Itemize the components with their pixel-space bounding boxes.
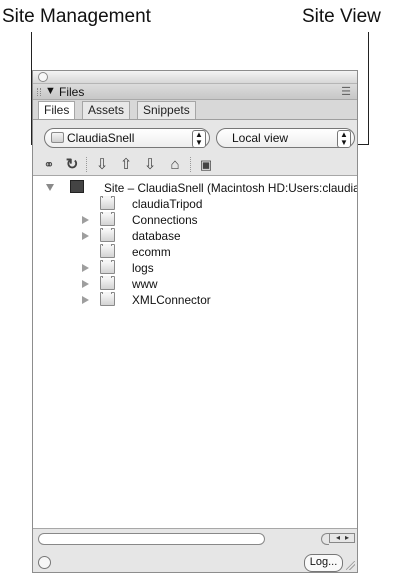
tree-item-label: ecomm: [132, 245, 171, 259]
folder-icon: [100, 212, 115, 226]
folder-icon: [100, 276, 115, 290]
collapse-triangle-icon[interactable]: ▼: [45, 85, 56, 97]
folder-icon: [100, 244, 115, 258]
file-tree[interactable]: Site – ClaudiaSnell (Macintosh HD:Users:…: [33, 175, 357, 529]
tree-item[interactable]: logs: [33, 260, 357, 276]
disclosure-triangle-icon[interactable]: [82, 232, 89, 240]
site-selector-row: ClaudiaSnell ▲ ▼ Local view ▲ ▼: [33, 128, 357, 154]
tree-item[interactable]: ecomm: [33, 244, 357, 260]
folder-icon: [100, 228, 115, 242]
synchronize-icon[interactable]: ⌂: [165, 155, 185, 175]
status-icon: [38, 556, 51, 569]
tree-item-label: www: [132, 277, 158, 291]
horizontal-scroll-arrows[interactable]: ◂ ▸: [329, 533, 355, 543]
log-button[interactable]: Log...: [304, 554, 343, 572]
site-view-callout: Site View: [302, 6, 381, 27]
panel-drag-grip-icon[interactable]: [37, 88, 41, 96]
panel-title: Files: [59, 85, 85, 99]
site-root-folder-icon: [70, 180, 84, 193]
tree-item-label: database: [132, 229, 181, 243]
connect-icon[interactable]: ⚭: [39, 155, 59, 175]
tree-item[interactable]: Connections: [33, 212, 357, 228]
panel-titlebar: [33, 71, 357, 84]
tree-item[interactable]: XMLConnector: [33, 292, 357, 308]
disclosure-triangle-icon[interactable]: [82, 280, 89, 288]
site-selector[interactable]: ClaudiaSnell ▲ ▼: [44, 128, 210, 148]
tab-files[interactable]: Files: [38, 101, 76, 119]
toolbar-separator: [86, 157, 88, 172]
panel-close-button[interactable]: [38, 72, 48, 82]
view-selector-arrow-icon[interactable]: ▲ ▼: [337, 130, 351, 148]
disclosure-triangle-icon[interactable]: [82, 216, 89, 224]
folder-icon: [100, 196, 115, 210]
tree-item[interactable]: database: [33, 228, 357, 244]
tree-root-row[interactable]: Site – ClaudiaSnell (Macintosh HD:Users:…: [33, 180, 357, 196]
tree-item[interactable]: claudiaTripod: [33, 196, 357, 212]
scroll-left-icon[interactable]: ◂: [336, 534, 340, 542]
horizontal-scrollbar[interactable]: ◂ ▸: [38, 530, 356, 545]
check-in-out-icon[interactable]: ⇩: [140, 155, 160, 175]
panel-status-bar: Log...: [33, 544, 357, 572]
site-selector-value: ClaudiaSnell: [67, 131, 135, 145]
expand-collapse-icon[interactable]: ▣: [196, 155, 216, 175]
tree-item[interactable]: www: [33, 276, 357, 292]
site-folder-icon: [51, 132, 64, 143]
site-view-leader-vertical: [368, 32, 369, 145]
folder-icon: [100, 292, 115, 306]
refresh-icon[interactable]: ↻: [62, 155, 82, 175]
panel-tabs: Files Assets Snippets: [33, 100, 357, 120]
toolbar-separator: [190, 157, 192, 172]
files-toolbar: ⚭ ↻ ⇩ ⇧ ⇩ ⌂ ▣: [33, 154, 357, 176]
site-management-callout: Site Management: [2, 6, 151, 27]
tree-item-label: Connections: [132, 213, 198, 227]
files-panel: ▼ Files ☰ Files Assets Snippets ClaudiaS…: [32, 70, 358, 573]
tab-assets[interactable]: Assets: [82, 101, 131, 119]
disclosure-triangle-icon[interactable]: [82, 264, 89, 272]
files-panel-header[interactable]: ▼ Files ☰: [33, 84, 357, 100]
tree-root-label: Site – ClaudiaSnell (Macintosh HD:Users:…: [104, 181, 357, 195]
view-selector-value: Local view: [232, 131, 289, 145]
tree-item-label: XMLConnector: [132, 293, 211, 307]
tree-item-label: logs: [132, 261, 154, 275]
site-selector-arrow-icon[interactable]: ▲ ▼: [192, 130, 206, 148]
view-selector[interactable]: Local view ▲ ▼: [216, 128, 355, 148]
scroll-right-icon[interactable]: ▸: [345, 534, 349, 542]
tree-item-label: claudiaTripod: [132, 197, 203, 211]
root-disclosure-triangle-icon[interactable]: [46, 184, 54, 191]
disclosure-triangle-icon[interactable]: [82, 296, 89, 304]
resize-grip-icon[interactable]: [346, 561, 355, 570]
panel-options-menu-icon[interactable]: ☰: [341, 85, 351, 98]
get-files-icon[interactable]: ⇩: [92, 155, 112, 175]
tab-snippets[interactable]: Snippets: [137, 101, 196, 119]
folder-icon: [100, 260, 115, 274]
put-files-icon[interactable]: ⇧: [116, 155, 136, 175]
